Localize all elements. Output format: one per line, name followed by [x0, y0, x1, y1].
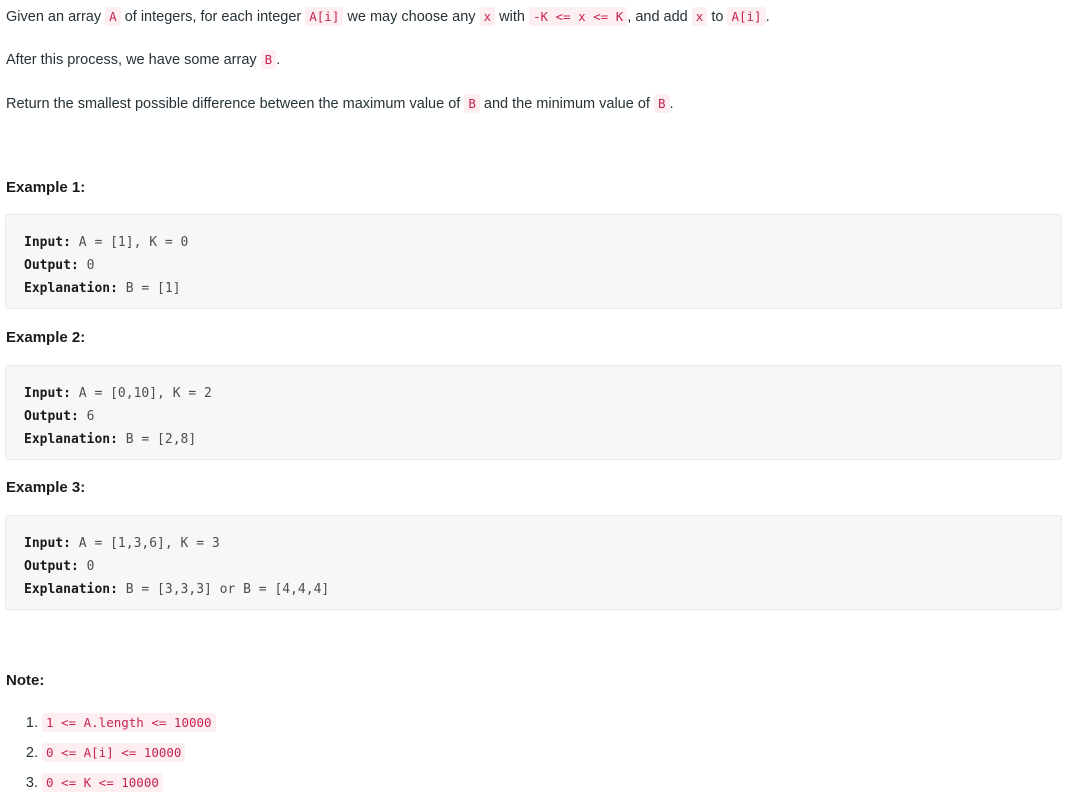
- example-1-input-value: A = [1], K = 0: [70, 235, 189, 250]
- example-2-input-label: Input:: [24, 386, 71, 401]
- inline-code: A[i]: [727, 7, 766, 26]
- example-1-output-label: Output:: [24, 258, 79, 273]
- description-paragraph-3: Return the smallest possible difference …: [6, 94, 674, 113]
- inline-code: x: [479, 7, 496, 26]
- example-1-output-value: 0: [78, 258, 95, 273]
- example-2-explanation-label: Explanation:: [24, 432, 118, 447]
- problem-description-page: Given an array A of integers, for each i…: [0, 0, 1069, 807]
- note-constraint-code: 0 <= K <= 10000: [42, 773, 163, 793]
- inline-code: x: [691, 7, 708, 26]
- example-3-output-value: 0: [78, 559, 95, 574]
- example-3-explanation-label: Explanation:: [24, 582, 118, 597]
- note-constraint-code: 0 <= A[i] <= 10000: [42, 743, 186, 763]
- example-3-input-label: Input:: [24, 536, 71, 551]
- example-3-code-block: Input: A = [1,3,6], K = 3 Output: 0 Expl…: [5, 515, 1062, 610]
- note-list: 1 <= A.length <= 10000 0 <= A[i] <= 1000…: [0, 713, 216, 803]
- description-paragraph-1: Given an array A of integers, for each i…: [6, 7, 770, 26]
- example-1-input-label: Input:: [24, 235, 71, 250]
- example-2-title: Example 2:: [6, 329, 86, 346]
- example-3-input-value: A = [1,3,6], K = 3: [70, 536, 220, 551]
- example-1-title: Example 1:: [6, 179, 86, 196]
- example-2-input-value: A = [0,10], K = 2: [70, 386, 212, 401]
- note-list-item: 1 <= A.length <= 10000: [42, 713, 216, 734]
- note-title: Note:: [6, 672, 45, 689]
- inline-code: B: [653, 94, 670, 113]
- example-3-output-label: Output:: [24, 559, 79, 574]
- note-constraint-code: 1 <= A.length <= 10000: [42, 713, 216, 732]
- inline-code: A[i]: [305, 7, 344, 26]
- example-2-output-value: 6: [78, 409, 95, 424]
- example-1-code-block: Input: A = [1], K = 0 Output: 0 Explanat…: [5, 214, 1062, 309]
- example-2-output-label: Output:: [24, 409, 79, 424]
- inline-code: B: [464, 94, 480, 113]
- example-1-explanation-value: B = [1]: [117, 281, 181, 296]
- note-list-item: 0 <= K <= 10000: [42, 773, 216, 794]
- example-2-code-block: Input: A = [0,10], K = 2 Output: 6 Expla…: [5, 365, 1062, 460]
- description-paragraph-2: After this process, we have some array B…: [6, 50, 281, 69]
- example-1-explanation-label: Explanation:: [24, 281, 118, 296]
- inline-code: B: [260, 50, 277, 69]
- inline-code: A: [105, 7, 121, 26]
- example-2-explanation-value: B = [2,8]: [117, 432, 197, 447]
- inline-code: -K <= x <= K: [528, 7, 628, 26]
- example-3-explanation-value: B = [3,3,3] or B = [4,4,4]: [117, 582, 330, 597]
- note-list-item: 0 <= A[i] <= 10000: [42, 743, 216, 764]
- example-3-title: Example 3:: [6, 479, 86, 496]
